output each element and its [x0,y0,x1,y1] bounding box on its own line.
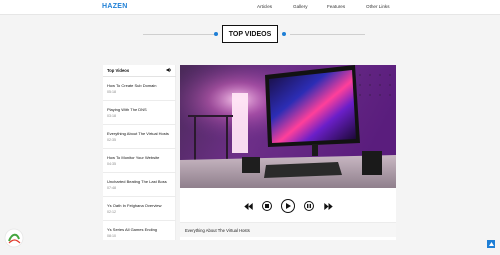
nav-link-articles[interactable]: Articles [257,4,272,9]
nav-link-gallery[interactable]: Gallery [293,4,308,9]
heading-dot-left [214,32,218,36]
playlist-item[interactable]: Ys Series All Games Ending 08:10 [103,220,176,244]
playlist-item-time: 07:48 [107,186,116,190]
playlist-sidebar: Top Videos How To Create Sub Domain 05:1… [103,65,176,240]
chevron-up-icon [488,242,494,246]
video-frame[interactable] [180,65,396,188]
nav-link-other-links[interactable]: Other Links [366,4,390,9]
playlist-item[interactable]: How To Monitor Your Website 04:35 [103,148,176,173]
playlist-item[interactable]: How To Create Sub Domain 05:18 [103,76,176,101]
pause-icon[interactable] [304,201,314,211]
stop-icon[interactable] [262,201,272,211]
backward-icon[interactable] [243,201,253,211]
playlist-item-time: 08:10 [107,234,116,238]
playlist-item-title: Playing With The DNS [107,107,147,112]
heading-divider-left [143,34,218,35]
site-logo[interactable]: HAZEN [102,3,128,10]
nav-link-features[interactable]: Features [327,4,345,9]
playlist-item[interactable]: Uncharted Beating The Last Boss 07:48 [103,172,176,197]
section-heading: TOP VIDEOS [0,25,500,45]
scroll-to-top-button[interactable] [487,240,495,248]
play-icon[interactable] [281,199,295,213]
playlist-title: Top Videos [107,68,130,73]
playlist-item[interactable]: Ys Oath In Felghana Overview 02:12 [103,196,176,221]
playlist-item-time: 03:18 [107,114,116,118]
heading-dot-right [282,32,286,36]
playlist-item-title: Ys Series All Games Ending [107,227,158,232]
top-navigation-bar: HAZEN Articles Gallery Features Other Li… [0,0,500,15]
playlist-item-title: Ys Oath In Felghana Overview [107,203,162,208]
playlist-item-time: 04:35 [107,162,116,166]
player-controls [180,192,396,220]
playlist-item-time: 02:12 [107,210,116,214]
watermark-logo [3,227,25,249]
playlist-item-time: 05:18 [107,90,116,94]
playlist-item-title: Uncharted Beating The Last Boss [107,179,167,184]
volume-icon[interactable] [166,67,172,75]
video-player: Everything About The Virtual Hosts [180,65,396,240]
playlist-item[interactable]: Playing With The DNS 03:18 [103,100,176,125]
now-playing-title: Everything About The Virtual Hosts [185,228,250,233]
section-title: TOP VIDEOS [222,25,278,43]
playlist-item-title: How To Monitor Your Website [107,155,160,160]
forward-icon[interactable] [323,201,333,211]
playlist-item-time: 02:35 [107,138,116,142]
heading-divider-right [290,34,365,35]
now-playing-bar: Everything About The Virtual Hosts [180,222,396,237]
playlist-item-title: Everything About The Virtual Hosts [107,131,169,136]
playlist-item[interactable]: Everything About The Virtual Hosts 02:35 [103,124,176,149]
playlist-item-title: How To Create Sub Domain [107,83,157,88]
